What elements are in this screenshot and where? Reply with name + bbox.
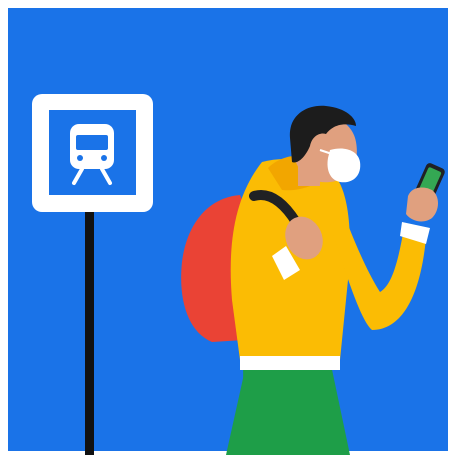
hoodie-band (240, 356, 340, 370)
face-mask (327, 148, 361, 183)
illustration (0, 0, 456, 459)
sign-pole (85, 205, 94, 455)
hand-right (406, 187, 438, 222)
illustration-svg (8, 8, 448, 455)
